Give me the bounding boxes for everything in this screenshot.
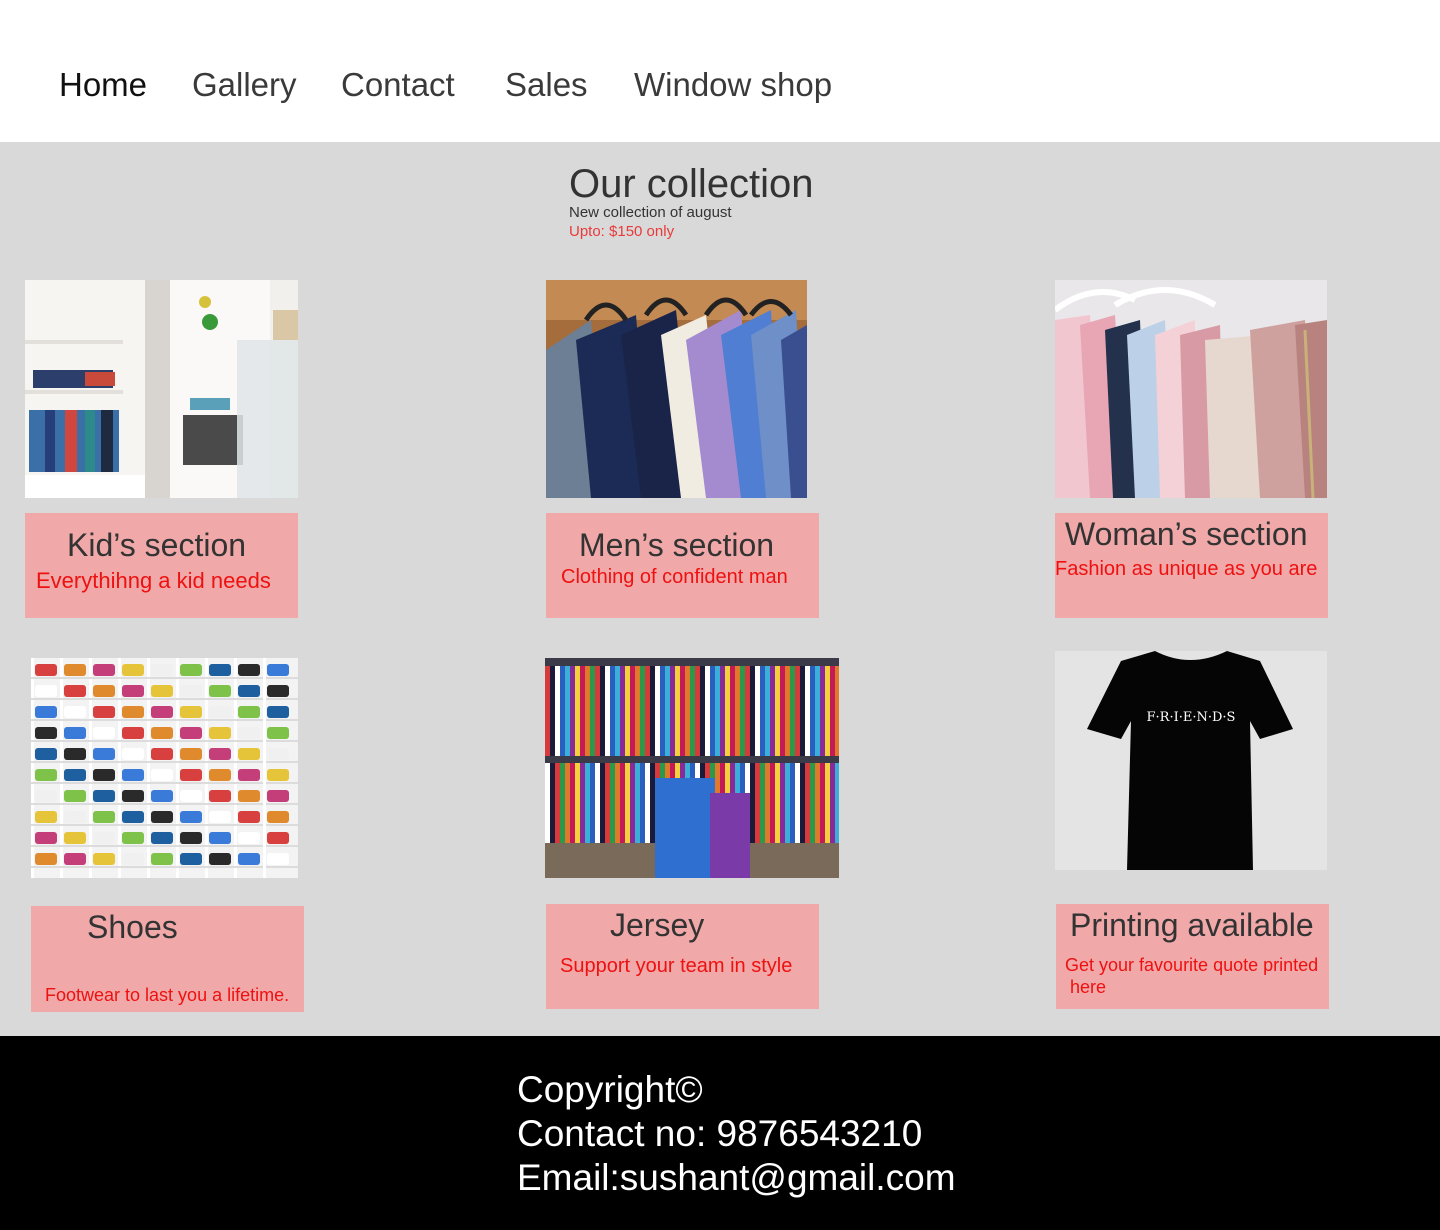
shoes-section-desc: Footwear to last you a lifetime. (45, 985, 290, 1005)
mens-section-card[interactable]: Men’s section Clothing of confident man (546, 513, 819, 618)
kids-store-image[interactable] (25, 280, 298, 498)
womans-section-card[interactable]: Woman’s section Fashion as unique as you… (1055, 513, 1328, 618)
womans-section-title: Woman’s section (1065, 516, 1308, 552)
shoes-shelf-image[interactable] (31, 658, 298, 878)
shoes-section-card[interactable]: Shoes Footwear to last you a lifetime. (31, 906, 304, 1012)
jersey-rack-image[interactable] (545, 658, 839, 878)
footer-contact: Contact no: 9876543210 (517, 1113, 923, 1154)
jersey-section-title: Jersey (610, 907, 705, 943)
jersey-section-card[interactable]: Jersey Support your team in style (546, 904, 819, 1009)
jersey-section-desc: Support your team in style (560, 955, 793, 977)
nav-sales[interactable]: Sales (505, 66, 588, 104)
mens-shirts-image[interactable] (546, 280, 807, 498)
collection-subtitle: New collection of august (569, 204, 732, 221)
collection-title: Our collection (569, 162, 814, 206)
top-nav: Home Gallery Contact Sales Window shop (0, 0, 1440, 142)
kids-section-card[interactable]: Kid’s section Everythihng a kid needs (25, 513, 298, 618)
womans-section-desc: Fashion as unique as you are (1055, 558, 1318, 580)
printing-section-desc-line2: here (1070, 977, 1107, 997)
shoes-section-title: Shoes (87, 909, 178, 945)
printed-tshirt-image[interactable]: F·R·I·E·N·D·S (1055, 651, 1327, 870)
printing-section-card[interactable]: Printing available Get your favourite qu… (1056, 904, 1329, 1009)
kids-section-desc: Everythihng a kid needs (36, 568, 271, 593)
footer: Copyright© Contact no: 9876543210 Email:… (0, 1036, 1440, 1230)
printing-section-desc: Get your favourite quote printed (1065, 955, 1319, 975)
collection-section: Our collection New collection of august … (0, 142, 1440, 1036)
collection-price: Upto: $150 only (569, 223, 675, 240)
nav-home[interactable]: Home (59, 66, 147, 104)
mens-section-title: Men’s section (579, 527, 775, 563)
tshirt-print-text: F·R·I·E·N·D·S (1147, 710, 1236, 725)
footer-copyright: Copyright© (517, 1069, 703, 1110)
printing-section-title: Printing available (1070, 907, 1314, 943)
kids-section-title: Kid’s section (67, 527, 247, 563)
footer-email[interactable]: Email:sushant@gmail.com (517, 1157, 956, 1199)
nav-gallery[interactable]: Gallery (192, 66, 297, 104)
womens-clothes-image[interactable] (1055, 280, 1327, 498)
nav-contact[interactable]: Contact (341, 66, 455, 104)
nav-window-shop[interactable]: Window shop (634, 66, 832, 104)
mens-section-desc: Clothing of confident man (561, 566, 788, 588)
